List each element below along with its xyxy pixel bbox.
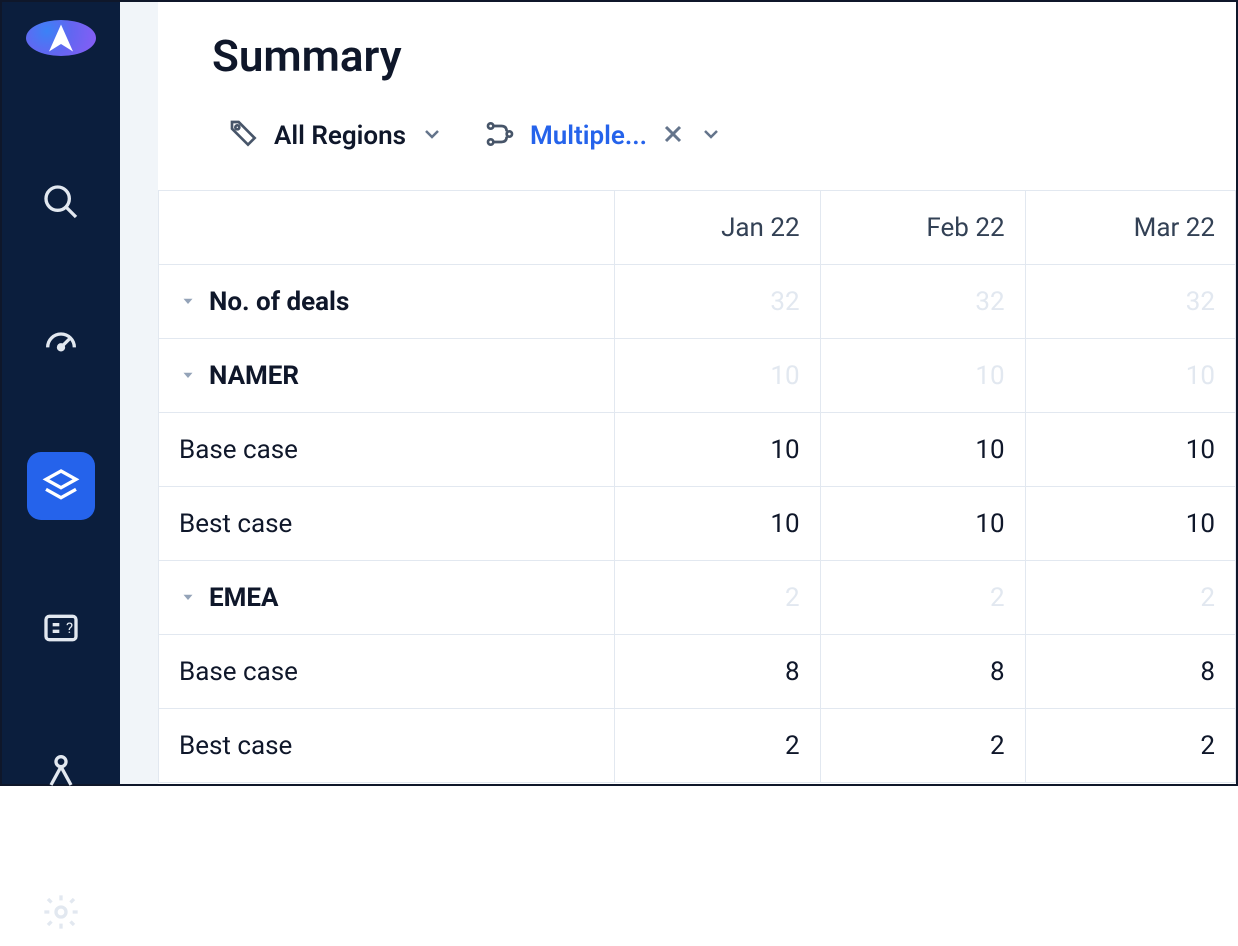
sidebar-gap bbox=[120, 2, 158, 784]
table-cell: 8 bbox=[820, 635, 1025, 709]
dashboard-icon[interactable] bbox=[27, 310, 95, 378]
table-row: NAMER101010 bbox=[159, 339, 1236, 413]
row-label-text: NAMER bbox=[209, 361, 299, 391]
table-cell: 2 bbox=[615, 709, 821, 783]
chevron-down-icon[interactable] bbox=[699, 122, 723, 150]
table-cell: 10 bbox=[820, 487, 1025, 561]
tag-icon bbox=[228, 118, 260, 154]
row-label-cell[interactable]: No. of deals bbox=[159, 265, 615, 339]
filter-region-label: All Regions bbox=[274, 121, 406, 151]
table-cell: 10 bbox=[615, 413, 821, 487]
table-cell: 32 bbox=[1025, 265, 1235, 339]
table-row: Base case888 bbox=[159, 635, 1236, 709]
main-content: Summary All Regions Multiple... bbox=[158, 2, 1236, 784]
filter-scenario-label: Multiple... bbox=[530, 121, 647, 151]
caret-down-icon[interactable] bbox=[179, 361, 197, 391]
row-label-cell[interactable]: EMEA bbox=[159, 561, 615, 635]
row-label-text: EMEA bbox=[209, 583, 278, 613]
table-header-row: Jan 22 Feb 22 Mar 22 bbox=[159, 191, 1236, 265]
search-icon[interactable] bbox=[27, 168, 95, 236]
table-cell: 10 bbox=[1025, 413, 1235, 487]
table-cell: 10 bbox=[615, 487, 821, 561]
table-cell: 10 bbox=[820, 413, 1025, 487]
table-cell: 2 bbox=[1025, 561, 1235, 635]
table-cell: 32 bbox=[820, 265, 1025, 339]
row-label-text: Base case bbox=[179, 657, 298, 687]
row-label-text: No. of deals bbox=[209, 287, 349, 317]
settings-icon[interactable] bbox=[27, 878, 95, 946]
page-title: Summary bbox=[158, 2, 1236, 118]
row-label-cell: Base case bbox=[159, 635, 615, 709]
row-label-text: Best case bbox=[179, 509, 292, 539]
table-cell: 2 bbox=[615, 561, 821, 635]
table-cell: 10 bbox=[1025, 339, 1235, 413]
table-header-col: Feb 22 bbox=[820, 191, 1025, 265]
filter-region[interactable]: All Regions bbox=[228, 118, 444, 154]
table-row: Base case101010 bbox=[159, 413, 1236, 487]
caret-down-icon[interactable] bbox=[179, 583, 197, 613]
app-logo[interactable] bbox=[26, 20, 96, 56]
row-label-cell[interactable]: NAMER bbox=[159, 339, 615, 413]
table-header-empty bbox=[159, 191, 615, 265]
table-row: No. of deals323232 bbox=[159, 265, 1236, 339]
table-cell: 10 bbox=[820, 339, 1025, 413]
table-header-col: Mar 22 bbox=[1025, 191, 1235, 265]
chevron-down-icon bbox=[420, 122, 444, 150]
layers-icon[interactable] bbox=[27, 452, 95, 520]
row-label-text: Best case bbox=[179, 731, 292, 761]
caret-down-icon[interactable] bbox=[179, 287, 197, 317]
table-row: Best case222 bbox=[159, 709, 1236, 783]
branch-icon bbox=[484, 118, 516, 154]
table-header-col: Jan 22 bbox=[615, 191, 821, 265]
compass-icon[interactable] bbox=[27, 736, 95, 804]
sidebar: ? bbox=[2, 2, 120, 784]
row-label-text: Base case bbox=[179, 435, 298, 465]
table-row: Best case101010 bbox=[159, 487, 1236, 561]
table-cell: 2 bbox=[1025, 709, 1235, 783]
table-cell: 2 bbox=[820, 709, 1025, 783]
table-cell: 8 bbox=[1025, 635, 1235, 709]
summary-table: Jan 22 Feb 22 Mar 22 No. of deals323232N… bbox=[158, 190, 1236, 783]
row-label-cell: Best case bbox=[159, 709, 615, 783]
row-label-cell: Best case bbox=[159, 487, 615, 561]
svg-text:?: ? bbox=[66, 619, 73, 637]
table-cell: 10 bbox=[615, 339, 821, 413]
table-cell: 8 bbox=[615, 635, 821, 709]
close-icon[interactable] bbox=[661, 122, 685, 150]
filter-bar: All Regions Multiple... bbox=[158, 118, 1236, 190]
table-row: EMEA222 bbox=[159, 561, 1236, 635]
filter-scenario[interactable]: Multiple... bbox=[484, 118, 723, 154]
table-cell: 10 bbox=[1025, 487, 1235, 561]
row-label-cell: Base case bbox=[159, 413, 615, 487]
form-icon[interactable]: ? bbox=[27, 594, 95, 662]
table-cell: 2 bbox=[820, 561, 1025, 635]
table-cell: 32 bbox=[615, 265, 821, 339]
